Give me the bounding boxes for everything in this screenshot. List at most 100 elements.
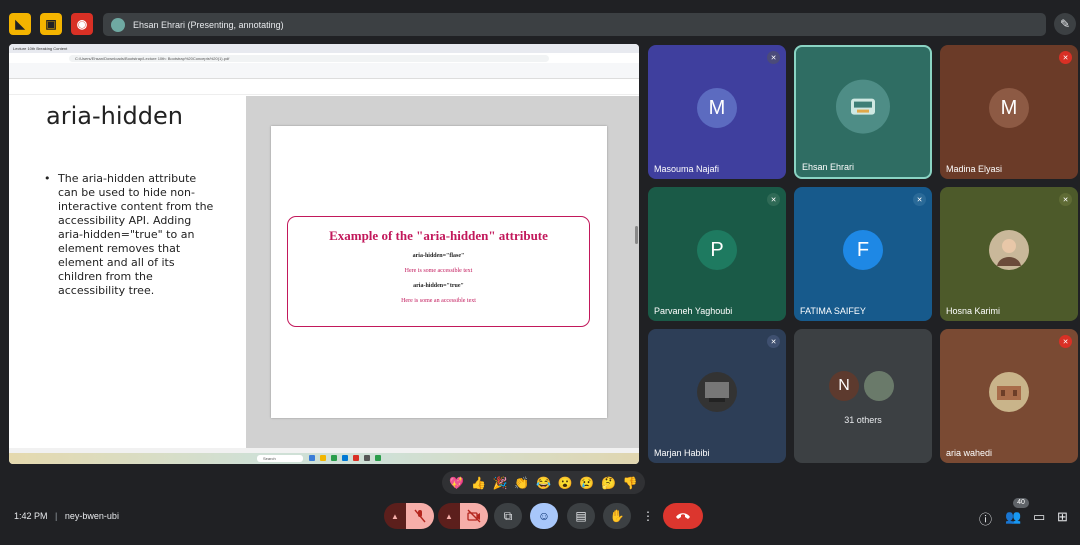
- mic-off-icon: ✕: [767, 51, 780, 64]
- people-icon[interactable]: 👥: [1005, 509, 1021, 525]
- taskbar-apps: [309, 455, 409, 462]
- example-line-2: Here is some accessible text: [404, 268, 473, 274]
- avatar: [989, 372, 1029, 412]
- participant-name: Madina Elyasi: [946, 164, 1003, 174]
- example-line-4: Here is some an accessible text: [401, 298, 476, 304]
- participant-tile[interactable]: ✕ P Parvaneh Yaghoubi: [648, 187, 786, 321]
- reaction-surprised[interactable]: 😮: [558, 476, 573, 490]
- taskbar-app-icon[interactable]: [309, 455, 315, 461]
- participant-tile[interactable]: ✕ M Masouma Najafi: [648, 45, 786, 179]
- reaction-clap[interactable]: 👏: [514, 476, 529, 490]
- separator: |: [55, 511, 58, 521]
- presenter-pill[interactable]: Ehsan Ehrari (Presenting, annotating): [103, 13, 1046, 36]
- hide-toolbar-icon[interactable]: ◣: [9, 13, 31, 35]
- avatar-photo-icon: [997, 386, 1021, 400]
- meet-window: ◣ ▣ ◉ Ehsan Ehrari (Presenting, annotati…: [0, 0, 1080, 545]
- url-input[interactable]: C:/Users/Ehsan/Downloads/Bootstrap/Lectu…: [69, 54, 549, 62]
- reaction-party[interactable]: 🎉: [493, 476, 508, 490]
- taskbar-app-icon[interactable]: [353, 455, 359, 461]
- example-box: Example of the "aria-hidden" attribute a…: [287, 216, 590, 327]
- participant-name: FATIMA SAIFEY: [800, 306, 866, 316]
- avatar: [989, 230, 1029, 270]
- pdf-page: Example of the "aria-hidden" attribute a…: [271, 126, 607, 418]
- slide-bullet: • The aria-hidden attribute can be used …: [44, 172, 219, 298]
- reaction-laugh[interactable]: 😂: [536, 476, 551, 490]
- taskbar-app-icon[interactable]: [364, 455, 370, 461]
- participant-tile[interactable]: ✕ aria wahedi: [940, 329, 1078, 463]
- pdf-subbar: [9, 79, 639, 95]
- taskbar-search[interactable]: Search: [257, 455, 303, 462]
- participant-tile[interactable]: ✕ M Madina Elyasi: [940, 45, 1078, 179]
- taskbar-app-icon[interactable]: [375, 455, 381, 461]
- reaction-thumbs-up[interactable]: 👍: [471, 476, 486, 490]
- mic-off-icon: ✕: [1059, 335, 1072, 348]
- mic-off-icon: ✕: [1059, 193, 1072, 206]
- taskbar-app-icon[interactable]: [320, 455, 326, 461]
- emoji-icon[interactable]: ☺: [530, 503, 558, 529]
- activities-icon[interactable]: ⊞: [1057, 509, 1068, 525]
- participant-name: Hosna Karimi: [946, 306, 1001, 316]
- browser-url-bar: C:/Users/Ehsan/Downloads/Bootstrap/Lectu…: [9, 53, 639, 63]
- reaction-sad[interactable]: 😢: [579, 476, 594, 490]
- example-line-1: aria-hidden="flase": [412, 253, 465, 259]
- record-icon[interactable]: ◉: [71, 13, 93, 35]
- camera-off-icon[interactable]: [460, 503, 488, 529]
- avatar: M: [697, 88, 737, 128]
- mic-off-icon: ✕: [913, 193, 926, 206]
- captions-icon[interactable]: ▤: [567, 503, 595, 529]
- avatar: P: [697, 230, 737, 270]
- others-count: 31 others: [844, 415, 882, 425]
- end-call-icon[interactable]: [663, 503, 703, 529]
- mic-options-chevron-icon[interactable]: ▲: [384, 503, 406, 529]
- example-title: Example of the "aria-hidden" attribute: [329, 228, 548, 243]
- people-count-badge: 40: [1013, 498, 1029, 508]
- pdf-scrollbar[interactable]: [635, 226, 638, 244]
- info-icon[interactable]: ⓘ: [979, 509, 992, 528]
- avatar: N: [829, 371, 859, 401]
- mic-off-icon: ✕: [767, 335, 780, 348]
- avatar: F: [843, 230, 883, 270]
- others-tile[interactable]: N 31 others: [794, 329, 932, 463]
- mic-off-icon[interactable]: [406, 503, 434, 529]
- annotate-pen-icon[interactable]: ✎: [1054, 13, 1076, 35]
- avatar-image-icon: [851, 98, 875, 115]
- presenter-avatar: [111, 17, 125, 32]
- avatar-photo-icon: [864, 371, 894, 401]
- reaction-heart[interactable]: 💖: [449, 476, 464, 490]
- clock-time: 1:42 PM: [14, 511, 48, 521]
- avatar: M: [989, 88, 1029, 128]
- taskbar-app-icon[interactable]: [342, 455, 348, 461]
- participant-name: Ehsan Ehrari: [802, 162, 855, 172]
- top-bar: ◣ ▣ ◉ Ehsan Ehrari (Presenting, annotati…: [0, 0, 1080, 48]
- browser-tab[interactable]: Lecture 10th Breaking Content: [13, 46, 67, 51]
- participant-name: Marjan Habibi: [654, 448, 710, 458]
- camera-options-chevron-icon[interactable]: ▲: [438, 503, 460, 529]
- participant-tile[interactable]: ✕ Hosna Karimi: [940, 187, 1078, 321]
- shared-screen: Lecture 10th Breaking Content C:/Users/E…: [9, 44, 639, 464]
- pdf-toolbar: [9, 63, 639, 79]
- raise-hand-icon[interactable]: ✋: [603, 503, 631, 529]
- participant-name: Parvaneh Yaghoubi: [654, 306, 733, 316]
- reaction-thinking[interactable]: 🤔: [601, 476, 616, 490]
- example-line-3: aria-hidden="true": [413, 283, 464, 289]
- layout-icon[interactable]: ▣: [40, 13, 62, 35]
- chat-icon[interactable]: ▭: [1033, 509, 1045, 525]
- participant-name: aria wahedi: [946, 448, 993, 458]
- reaction-bar: 💖 👍 🎉 👏 😂 😮 😢 🤔 👎: [442, 471, 645, 494]
- reaction-thumbs-down[interactable]: 👎: [623, 476, 638, 490]
- bullet-dot: •: [44, 172, 51, 185]
- meeting-code: ney-bwen-ubi: [64, 511, 119, 521]
- participant-tile[interactable]: ✕ F FATIMA SAIFEY: [794, 187, 932, 321]
- taskbar-app-icon[interactable]: [331, 455, 337, 461]
- participant-tile-active[interactable]: Ehsan Ehrari: [794, 45, 932, 179]
- avatar: [697, 372, 737, 412]
- slide-title: aria-hidden: [46, 102, 183, 130]
- browser-tab-strip: Lecture 10th Breaking Content: [9, 44, 639, 53]
- meeting-info: 1:42 PM | ney-bwen-ubi: [14, 511, 119, 521]
- more-icon[interactable]: ⋮: [638, 503, 658, 529]
- participant-tile[interactable]: ✕ Marjan Habibi: [648, 329, 786, 463]
- avatar-photo-icon: [705, 382, 729, 402]
- participant-name: Masouma Najafi: [654, 164, 720, 174]
- presenter-label: Ehsan Ehrari (Presenting, annotating): [133, 19, 284, 30]
- present-icon[interactable]: ⧉: [494, 503, 522, 529]
